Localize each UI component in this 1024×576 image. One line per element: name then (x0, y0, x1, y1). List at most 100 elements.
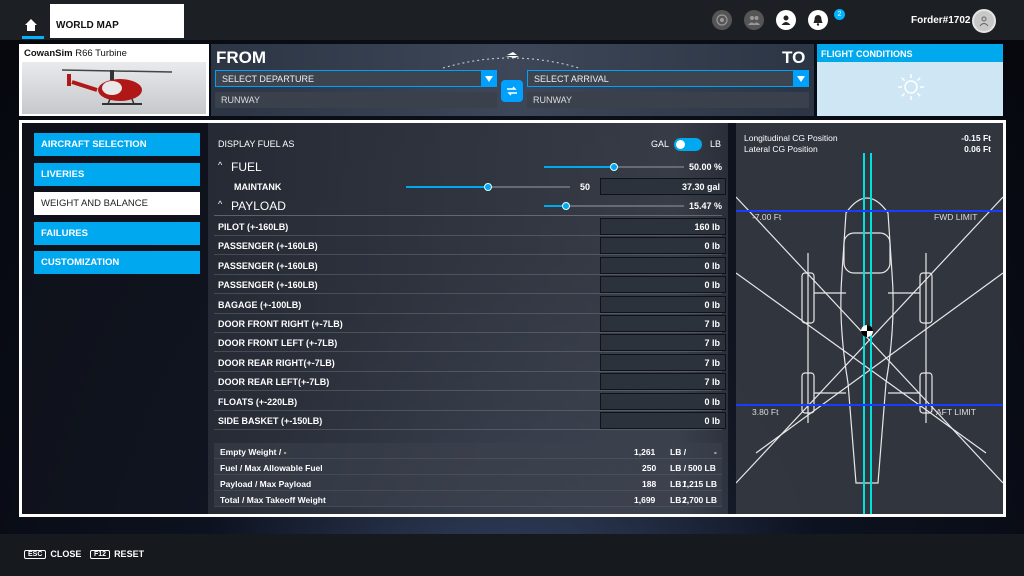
departure-runway-field[interactable]: RUNWAY (215, 92, 497, 108)
payload-row: DOOR FRONT LEFT (+-7LB) 7 lb (214, 333, 726, 353)
flight-path-icon (442, 52, 580, 69)
home-icon[interactable] (20, 14, 42, 36)
payload-row: PILOT (+-160LB) 160 lb (214, 217, 726, 236)
side-menu: AIRCRAFT SELECTION LIVERIES WEIGHT AND B… (34, 133, 200, 281)
flight-conditions-card[interactable]: FLIGHT CONDITIONS (817, 44, 1003, 116)
home-active-indicator (22, 36, 44, 39)
payload-label: PASSENGER (+-160LB) (218, 260, 318, 271)
payload-row: PASSENGER (+-160LB) 0 lb (214, 256, 726, 275)
payload-value-field[interactable]: 7 lb (600, 353, 726, 371)
menu-item-customization[interactable]: CUSTOMIZATION (34, 251, 200, 274)
to-label: TO (782, 48, 806, 67)
payload-label: DOOR FRONT LEFT (+-7LB) (218, 338, 338, 349)
top-bar: WORLD MAP 2 Forder#1702 (0, 0, 1024, 40)
f12-key-icon: F12 (90, 549, 111, 559)
display-fuel-label: DISPLAY FUEL AS (218, 139, 295, 149)
longitudinal-cg-value: -0.15 Ft (961, 133, 991, 143)
cg-panel: Longitudinal CG Position -0.15 Ft Latera… (736, 123, 1003, 514)
summary-row-fuel: Fuel / Max Allowable Fuel 250 LB / 500 L… (214, 459, 722, 475)
fuel-title: FUEL (231, 160, 262, 174)
weight-content: DISPLAY FUEL AS GAL LB ^ FUEL 50.00 % MA… (208, 123, 728, 514)
unit-option-lb[interactable]: LB (710, 139, 721, 149)
flight-conditions-title: FLIGHT CONDITIONS (821, 49, 913, 59)
maintank-slider-value: 50 (580, 182, 591, 192)
cg-diagram (736, 153, 1003, 514)
payload-row: DOOR REAR RIGHT(+-7LB) 7 lb (214, 353, 726, 372)
payload-row: DOOR FRONT RIGHT (+-7LB) 7 lb (214, 314, 726, 333)
menu-item-liveries[interactable]: LIVERIES (34, 162, 200, 186)
avatar[interactable] (972, 9, 996, 33)
username[interactable]: Forder#1702 (911, 15, 970, 26)
payload-value-field[interactable]: 7 lb (600, 334, 726, 352)
payload-row: PASSENGER (+-160LB) 0 lb (214, 275, 726, 295)
payload-row: PASSENGER (+-160LB) 0 lb (214, 236, 726, 256)
sun-icon (898, 74, 924, 100)
payload-value-field[interactable]: 0 lb (600, 392, 726, 410)
from-label: FROM (216, 48, 267, 67)
broadcast-icon[interactable] (712, 10, 732, 30)
payload-label: PASSENGER (+-160LB) (218, 280, 318, 291)
fwd-limit-value: -7.00 Ft (752, 212, 782, 222)
fuel-unit-toggle[interactable] (674, 138, 702, 151)
payload-label: BAGAGE (+-100LB) (218, 299, 302, 310)
longitudinal-cg-label: Longitudinal CG Position (744, 133, 838, 143)
payload-value-field[interactable]: 0 lb (600, 237, 726, 255)
unit-option-gal[interactable]: GAL (651, 139, 669, 149)
payload-value-field[interactable]: 0 lb (600, 256, 726, 274)
swap-icon (507, 86, 517, 96)
reset-button[interactable]: F12 RESET (90, 549, 144, 559)
user-icon (979, 16, 989, 27)
aft-limit-label: AFT LIMIT (936, 407, 976, 417)
payload-slider[interactable] (544, 202, 684, 210)
payload-value-field[interactable]: 0 lb (600, 276, 726, 294)
arrival-select[interactable]: SELECT ARRIVAL (527, 70, 809, 87)
summary-row-empty: Empty Weight / - 1,261 LB / - (214, 443, 722, 459)
payload-row: FLOATS (+-220LB) 0 lb (214, 392, 726, 411)
payload-row: SIDE BASKET (+-150LB) 0 lb (214, 411, 726, 430)
tab-world-map[interactable]: WORLD MAP (50, 4, 184, 38)
menu-item-failures[interactable]: FAILURES (34, 221, 200, 245)
payload-label: FLOATS (+-220LB) (218, 396, 298, 407)
weight-balance-panel: AIRCRAFT SELECTION LIVERIES WEIGHT AND B… (19, 120, 1006, 517)
menu-item-aircraft-selection[interactable]: AIRCRAFT SELECTION (34, 133, 200, 156)
chevron-up-icon: ^ (218, 160, 223, 170)
close-button[interactable]: ESC CLOSE (24, 549, 81, 559)
payload-value-field[interactable]: 7 lb (600, 373, 726, 391)
cg-marker-icon (861, 325, 873, 337)
payload-label: DOOR FRONT RIGHT (+-7LB) (218, 319, 343, 329)
arrival-runway-field[interactable]: RUNWAY (527, 92, 809, 108)
payload-value-field[interactable]: 7 lb (600, 315, 726, 332)
maintank-label: MAINTANK (234, 182, 282, 192)
payload-title: PAYLOAD (231, 199, 286, 213)
payload-value-field[interactable]: 160 lb (600, 218, 726, 235)
maintank-value-field[interactable]: 37.30 gal (600, 178, 726, 195)
payload-value-field[interactable]: 0 lb (600, 295, 726, 313)
menu-item-weight-and-balance[interactable]: WEIGHT AND BALANCE (34, 192, 200, 215)
notifications-icon[interactable] (808, 10, 828, 30)
chevron-down-icon (793, 71, 808, 86)
departure-select[interactable]: SELECT DEPARTURE (215, 70, 497, 87)
top-icons (712, 10, 828, 30)
fuel-slider[interactable] (544, 163, 684, 171)
chevron-down-icon (481, 71, 496, 86)
swap-route-button[interactable] (501, 80, 523, 102)
summary-row-payload: Payload / Max Payload 188 LB / 1,215 LB (214, 475, 722, 491)
payload-label: DOOR REAR LEFT(+-7LB) (218, 377, 330, 388)
payload-row: DOOR REAR LEFT(+-7LB) 7 lb (214, 372, 726, 392)
payload-percent: 15.47 % (688, 201, 722, 211)
summary-row-total: Total / Max Takeoff Weight 1,699 LB / 2,… (214, 491, 722, 507)
fwd-limit-label: FWD LIMIT (934, 212, 978, 222)
aft-limit-value: 3.80 Ft (752, 407, 779, 417)
aircraft-card[interactable]: CowanSim R66 Turbine (19, 44, 209, 116)
payload-label: DOOR REAR RIGHT(+-7LB) (218, 357, 335, 368)
weight-summary: Empty Weight / - 1,261 LB / - Fuel / Max… (214, 443, 722, 507)
aircraft-name: CowanSim R66 Turbine (24, 48, 127, 59)
profile-icon[interactable] (776, 10, 796, 30)
payload-value-field[interactable]: 0 lb (600, 412, 726, 429)
chevron-up-icon: ^ (218, 199, 223, 209)
group-icon[interactable] (744, 10, 764, 30)
payload-label: PASSENGER (+-160LB) (218, 241, 318, 252)
esc-key-icon: ESC (24, 549, 47, 559)
payload-label: PILOT (+-160LB) (218, 222, 289, 232)
maintank-slider[interactable] (406, 183, 570, 191)
